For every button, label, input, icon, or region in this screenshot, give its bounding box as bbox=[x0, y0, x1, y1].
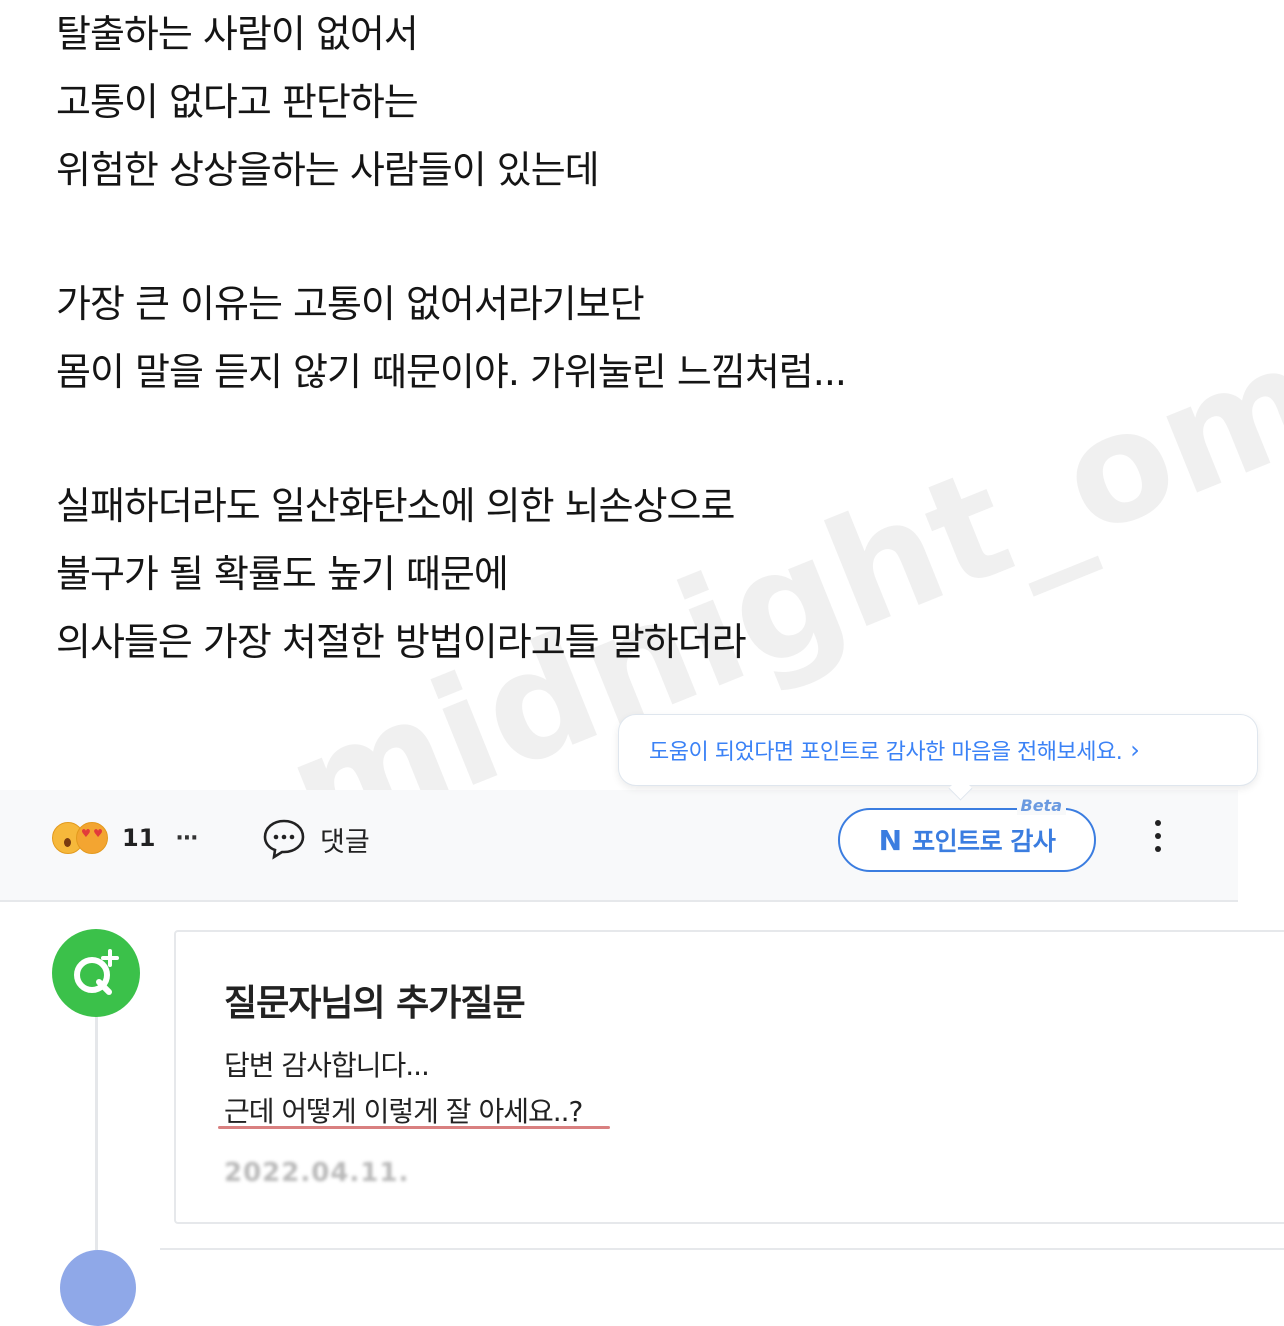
additional-question-badge bbox=[52, 929, 140, 1017]
highlight-underline bbox=[218, 1126, 610, 1129]
answer-line: 가장 큰 이유는 고통이 없어서라기보단 bbox=[56, 282, 645, 326]
q-plus-icon bbox=[74, 949, 119, 995]
avatar bbox=[60, 1250, 136, 1326]
answer-line: 불구가 될 확률도 높기 때문에 bbox=[56, 552, 509, 596]
next-card-edge bbox=[160, 1248, 1284, 1290]
reaction-summary[interactable]: 11 ··· bbox=[52, 822, 198, 854]
answer-line: 위험한 상상을하는 사람들이 있는데 bbox=[56, 148, 600, 192]
point-thanks-tooltip[interactable]: 도움이 되었다면 포인트로 감사한 마음을 전해보세요. › bbox=[618, 714, 1258, 786]
heart-eyes-emoji-icon bbox=[76, 822, 108, 854]
additional-question-text: 답변 감사합니다... bbox=[224, 1049, 430, 1082]
point-thanks-button[interactable]: Beta N 포인트로 감사 bbox=[838, 796, 1096, 872]
answer-line: 탈출하는 사람이 없어서 bbox=[56, 12, 419, 56]
answer-paragraph: 실패하더라도 일산화탄소에 의한 뇌손상으로 불구가 될 확률도 높기 때문에 … bbox=[56, 472, 1056, 676]
answer-paragraph: 가장 큰 이유는 고통이 없어서라기보단 몸이 말을 듣지 않기 때문이야. 가… bbox=[56, 270, 1056, 406]
additional-question-title: 질문자님의 추가질문 bbox=[224, 983, 526, 1024]
naver-pay-icon: N bbox=[878, 823, 903, 857]
answer-body: 탈출하는 사람이 없어서 고통이 없다고 판단하는 위험한 상상을하는 사람들이… bbox=[56, 0, 1056, 676]
speech-bubble-icon bbox=[263, 819, 305, 860]
comment-button[interactable]: 댓글 bbox=[262, 818, 370, 860]
more-options-icon[interactable] bbox=[1148, 820, 1168, 860]
beta-badge: Beta bbox=[1016, 796, 1066, 815]
question-date: 2022.04.11. bbox=[224, 1158, 410, 1188]
additional-question-card: 질문자님의 추가질문 답변 감사합니다... 근데 어떻게 이렇게 잘 아세요.… bbox=[174, 930, 1284, 1224]
tooltip-text: 도움이 되었다면 포인트로 감사한 마음을 전해보세요. bbox=[649, 740, 1123, 765]
answer-paragraph: 탈출하는 사람이 없어서 고통이 없다고 판단하는 위험한 상상을하는 사람들이… bbox=[56, 0, 1056, 204]
answer-line: 몸이 말을 듣지 않기 때문이야. 가위눌린 느낌처럼... bbox=[56, 350, 847, 394]
answer-line: 의사들은 가장 처절한 방법이라고들 말하더라 bbox=[56, 620, 747, 664]
reaction-count: 11 bbox=[122, 824, 156, 852]
answer-line: 실패하더라도 일산화탄소에 의한 뇌손상으로 bbox=[56, 484, 735, 528]
point-thanks-label: 포인트로 감사 bbox=[912, 827, 1056, 856]
chevron-right-icon: › bbox=[1130, 736, 1140, 764]
timeline-connector bbox=[95, 1010, 98, 1250]
additional-question-text: 근데 어떻게 이렇게 잘 아세요..? bbox=[224, 1095, 583, 1128]
answer-action-bar: 11 ··· 댓글 Beta N 포인트로 감사 bbox=[0, 790, 1238, 902]
reaction-more-button[interactable]: ··· bbox=[175, 826, 198, 851]
answer-line: 고통이 없다고 판단하는 bbox=[56, 80, 419, 124]
comment-label: 댓글 bbox=[320, 826, 370, 858]
